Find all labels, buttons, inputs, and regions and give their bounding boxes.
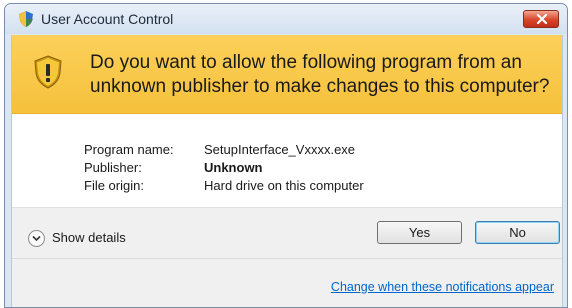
publisher-row: Publisher: Unknown (84, 159, 364, 177)
uac-dialog: User Account Control Do you want to allo… (4, 3, 568, 308)
file-origin-row: File origin: Hard drive on this computer (84, 177, 364, 195)
yes-button[interactable]: Yes (377, 221, 462, 244)
dialog-content: Do you want to allow the following progr… (11, 35, 563, 307)
change-notifications-link[interactable]: Change when these notifications appear (331, 280, 554, 294)
program-name-row: Program name: SetupInterface_Vxxxx.exe (84, 141, 364, 159)
file-origin-label: File origin: (84, 178, 144, 193)
warning-banner: Do you want to allow the following progr… (12, 35, 562, 114)
program-name-label: Program name: (84, 142, 174, 157)
uac-shield-icon (19, 11, 33, 27)
warning-shield-icon (34, 55, 62, 89)
show-details-label: Show details (52, 230, 126, 245)
publisher-label: Publisher: (84, 160, 142, 175)
dialog-footer: Show details Yes No Change when these no… (12, 207, 562, 307)
no-button[interactable]: No (475, 221, 560, 244)
close-button[interactable] (523, 10, 559, 28)
program-name-value: SetupInterface_Vxxxx.exe (204, 142, 356, 157)
file-origin-value: Hard drive on this computer (204, 178, 364, 193)
program-details: Program name: SetupInterface_Vxxxx.exe Pu… (84, 141, 364, 195)
publisher-value: Unknown (204, 160, 263, 175)
prompt-question: Do you want to allow the following progr… (90, 52, 550, 97)
title-bar: User Account Control (5, 4, 567, 34)
footer-divider (12, 258, 562, 259)
close-icon (536, 14, 548, 24)
window-title: User Account Control (41, 11, 174, 27)
chevron-down-icon (28, 230, 45, 248)
show-details-toggle[interactable]: Show details (28, 230, 126, 248)
